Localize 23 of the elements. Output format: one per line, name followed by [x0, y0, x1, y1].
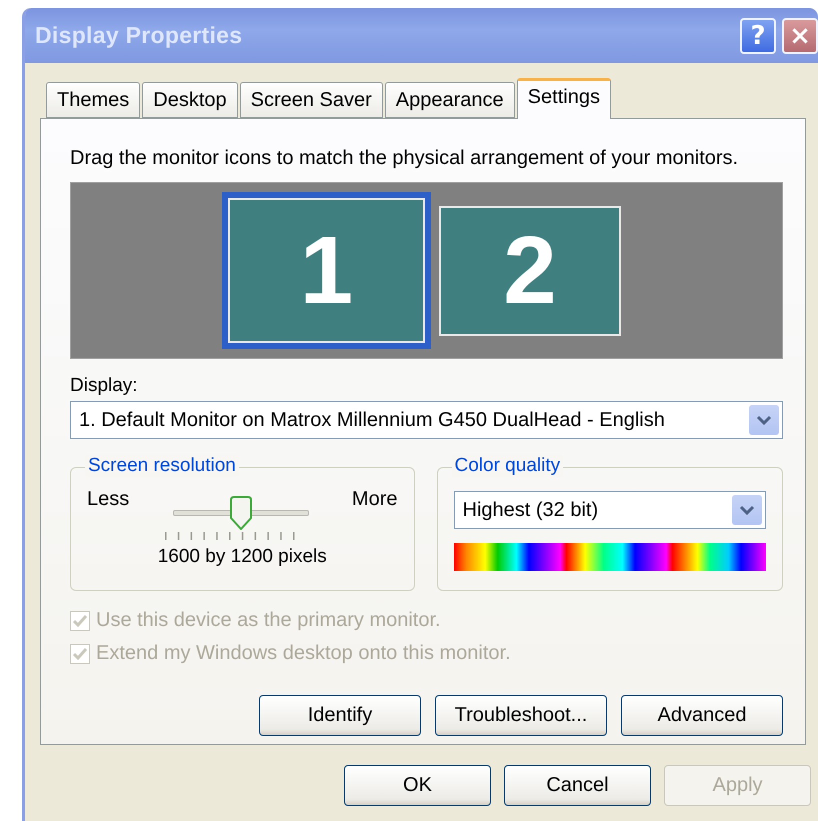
instruction-text: Drag the monitor icons to match the physical arrangement of your monitors.: [70, 147, 740, 170]
panel-button[interactable]: Identify: [259, 695, 421, 736]
display-label: Display:: [70, 375, 139, 397]
color-quality-dropdown[interactable]: Highest (32 bit): [454, 491, 766, 529]
dialog-button[interactable]: Cancel: [504, 765, 651, 806]
tab[interactable]: Appearance: [384, 82, 515, 118]
group-title: Color quality: [452, 455, 564, 477]
tab[interactable]: Settings: [516, 78, 611, 119]
tab[interactable]: Screen Saver: [240, 82, 383, 118]
panel-button[interactable]: Advanced: [621, 695, 783, 736]
window-title: Display Properties: [35, 22, 244, 49]
panel-button[interactable]: Troubleshoot...: [435, 695, 607, 736]
slider-thumb[interactable]: [230, 496, 252, 530]
dialog-button[interactable]: OK: [344, 765, 491, 806]
resolution-reading: 1600 by 1200 pixels: [156, 546, 328, 568]
less-label: Less: [87, 488, 130, 511]
more-label: More: [352, 488, 398, 511]
chevron-down-icon: [749, 405, 779, 435]
tab[interactable]: Themes: [46, 82, 140, 118]
monitor-icon[interactable]: 2: [439, 206, 621, 336]
display-dropdown[interactable]: 1. Default Monitor on Matrox Millennium G450 DualHead - English: [70, 401, 783, 439]
tab[interactable]: Desktop: [142, 82, 238, 118]
chevron-down-icon: [732, 495, 762, 525]
